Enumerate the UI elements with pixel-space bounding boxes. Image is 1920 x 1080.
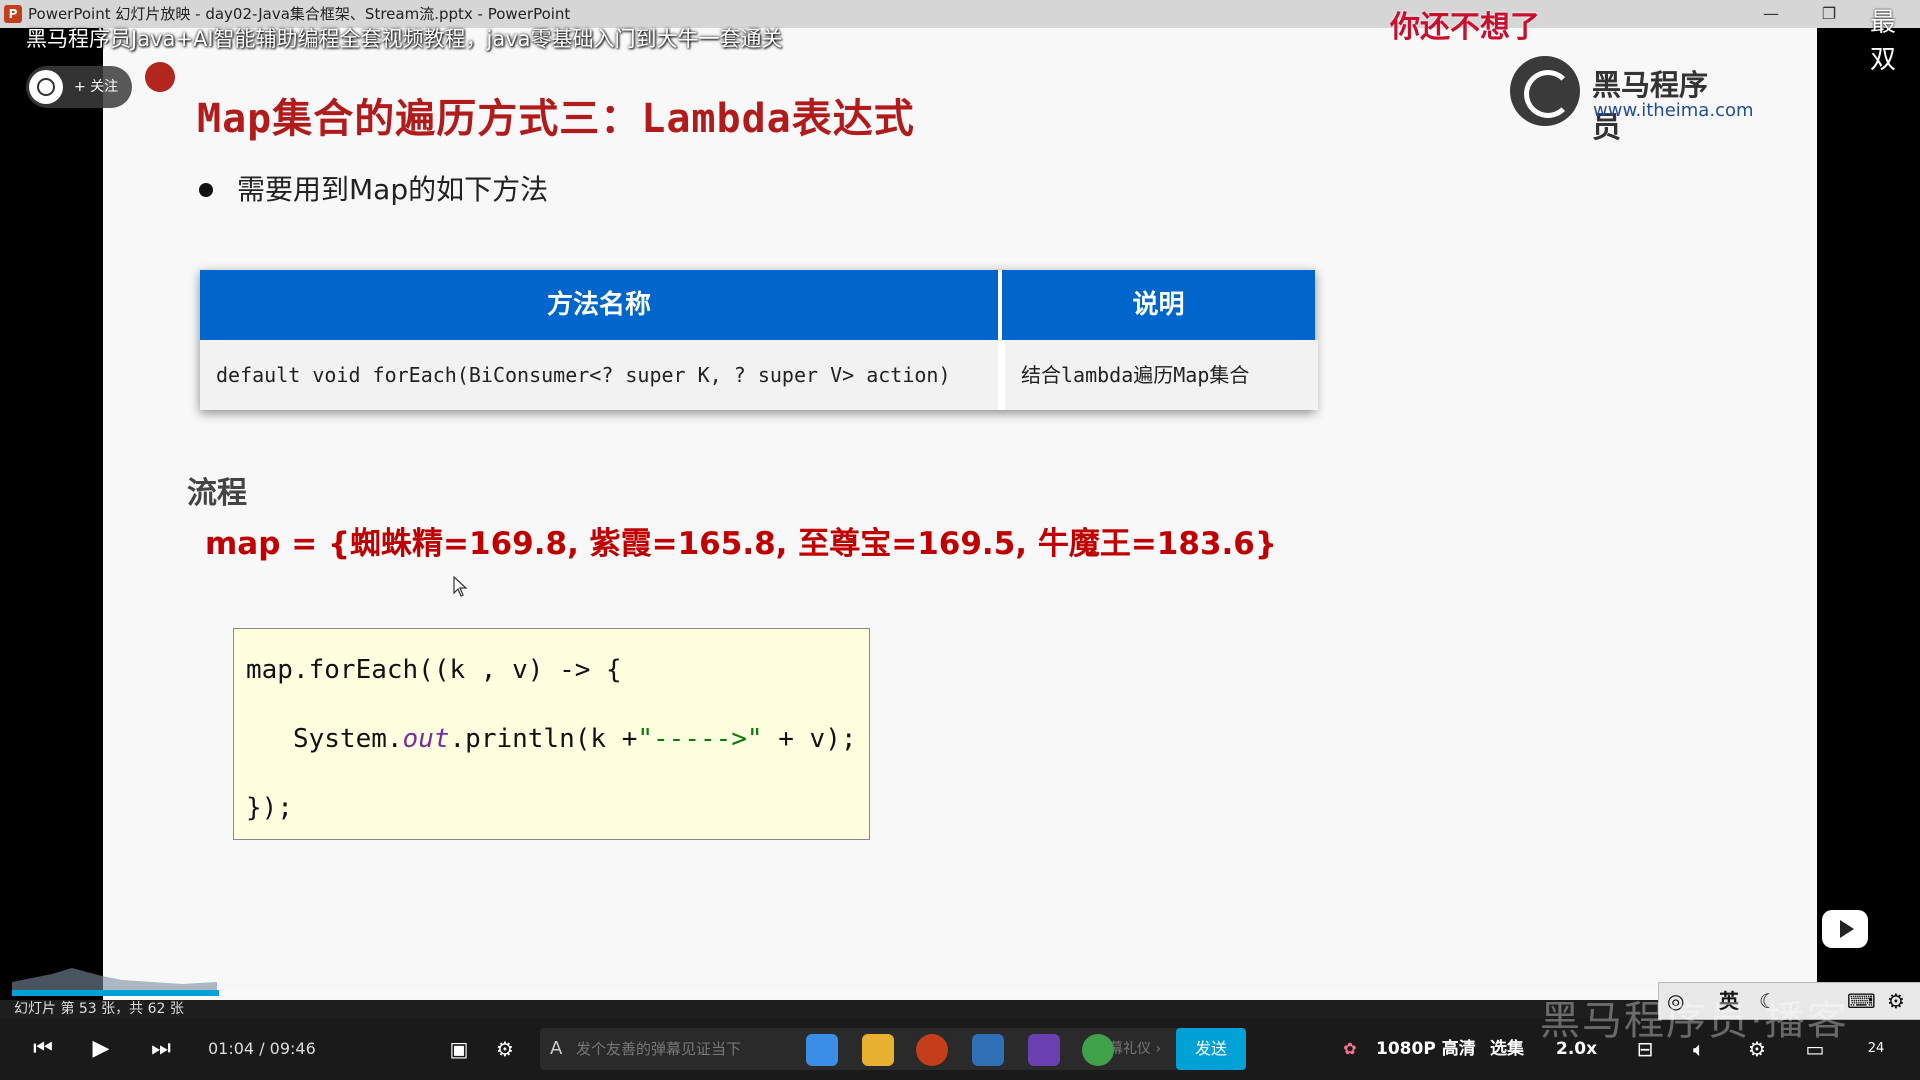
quality-selector[interactable]: 1080P 高清 — [1376, 1018, 1476, 1080]
code-line-1: map.forEach((k , v) -> { — [246, 655, 622, 685]
slide-counter: 幻灯片 第 53 张，共 62 张 — [14, 1001, 184, 1017]
danmaku-placeholder: 发个友善的弹幕见证当下 — [576, 1040, 742, 1058]
danmaku-comment: 你还不想了 — [1390, 10, 1540, 45]
ime-keyboard-icon[interactable]: ⌨ — [1847, 983, 1876, 1019]
total-time: 09:46 — [269, 1039, 316, 1058]
window-title: PowerPoint 幻灯片放映 - day02-Java集合框架、Stream… — [28, 5, 571, 23]
danmaku-heatmap — [12, 968, 217, 990]
letterbox-left — [0, 28, 103, 1018]
uploader-avatar[interactable] — [29, 70, 63, 104]
code-text: + v); — [762, 724, 857, 754]
bullet-text: 需要用到Map的如下方法 — [237, 173, 549, 206]
episodes-button[interactable]: 选集 — [1490, 1018, 1524, 1080]
table-cell-method: default void forEach(BiConsumer<? super … — [200, 340, 998, 410]
progress-fill — [12, 990, 219, 996]
time-separator: / — [254, 1039, 270, 1058]
section-label: 流程 — [187, 476, 247, 511]
video-title: 黑马程序员Java+AI智能辅助编程全套视频教程，java零基础入门到大牛一套通… — [26, 27, 783, 51]
horse-logo-icon — [1510, 56, 1580, 126]
file-explorer-icon[interactable] — [862, 1034, 894, 1066]
corner-danmaku: 最双 — [1870, 8, 1897, 75]
letterbox-right — [1817, 28, 1920, 1018]
logo-url: www.itheima.com — [1593, 100, 1754, 121]
minimize-button[interactable]: — — [1748, 0, 1794, 28]
powerpoint-taskbar-icon[interactable] — [916, 1034, 948, 1066]
bilibili-tv-icon[interactable] — [1818, 900, 1874, 956]
danmaku-settings-icon[interactable]: ⚙ — [490, 1032, 520, 1066]
restore-button[interactable]: ❐ — [1806, 0, 1852, 28]
bullet-dot-icon — [199, 183, 213, 197]
slide-title: Map集合的遍历方式三：Lambda表达式 — [197, 96, 915, 142]
slide: Map集合的遍历方式三：Lambda表达式 黑马程序员 www.itheima.… — [103, 28, 1817, 1013]
send-button[interactable]: 发送 — [1176, 1028, 1246, 1070]
record-dot-icon — [145, 62, 175, 92]
follow-label: + 关注 — [74, 79, 119, 95]
windows-start-icon[interactable] — [806, 1034, 838, 1066]
danmaku-style-icon[interactable]: A — [550, 1028, 562, 1070]
follow-button[interactable]: + 关注 — [26, 66, 132, 108]
code-static-field: out — [402, 724, 450, 754]
playback-time: 01:04 / 09:46 — [208, 1018, 316, 1080]
next-icon[interactable]: ⏭ — [146, 1032, 176, 1066]
map-example: map = {蜘蛛精=169.8, 紫霞=165.8, 至尊宝=169.5, 牛… — [205, 526, 1277, 562]
watermark: 黑马程序员·播客 — [1540, 998, 1849, 1044]
code-string: "----->" — [637, 724, 763, 754]
code-line-3: }); — [246, 793, 293, 823]
window-titlebar: P PowerPoint 幻灯片放映 - day02-Java集合框架、Stre… — [0, 0, 1920, 28]
code-block: map.forEach((k , v) -> { System.out.prin… — [233, 628, 870, 840]
previous-icon[interactable]: ⏮ — [28, 1032, 58, 1066]
itheima-logo: 黑马程序员 www.itheima.com — [1510, 56, 1754, 144]
ime-settings-icon[interactable]: ⚙ — [1887, 983, 1905, 1019]
code-line-2: System.out.println(k +"----->" + v); — [246, 724, 857, 754]
tray-date: 24 — [1867, 1041, 1885, 1056]
table-cell-desc: 结合lambda遍历Map集合 — [1002, 340, 1318, 410]
ide-taskbar-icon[interactable] — [1028, 1034, 1060, 1066]
app-taskbar-icon[interactable] — [972, 1034, 1004, 1066]
table-header-desc: 说明 — [1002, 270, 1315, 340]
table-header-method: 方法名称 — [200, 270, 998, 340]
code-text: System. — [246, 724, 403, 754]
gift-icon[interactable]: ✿ — [1338, 1032, 1362, 1066]
powerpoint-icon: P — [4, 5, 22, 23]
code-text: .println(k + — [449, 724, 638, 754]
current-time: 01:04 — [208, 1039, 255, 1058]
method-table: 方法名称 说明 default void forEach(BiConsumer<… — [200, 270, 1318, 410]
play-icon[interactable]: ▶ — [86, 1032, 116, 1066]
chrome-taskbar-icon[interactable] — [1082, 1034, 1114, 1066]
danmaku-toggle-icon[interactable]: ▣ — [444, 1032, 474, 1066]
